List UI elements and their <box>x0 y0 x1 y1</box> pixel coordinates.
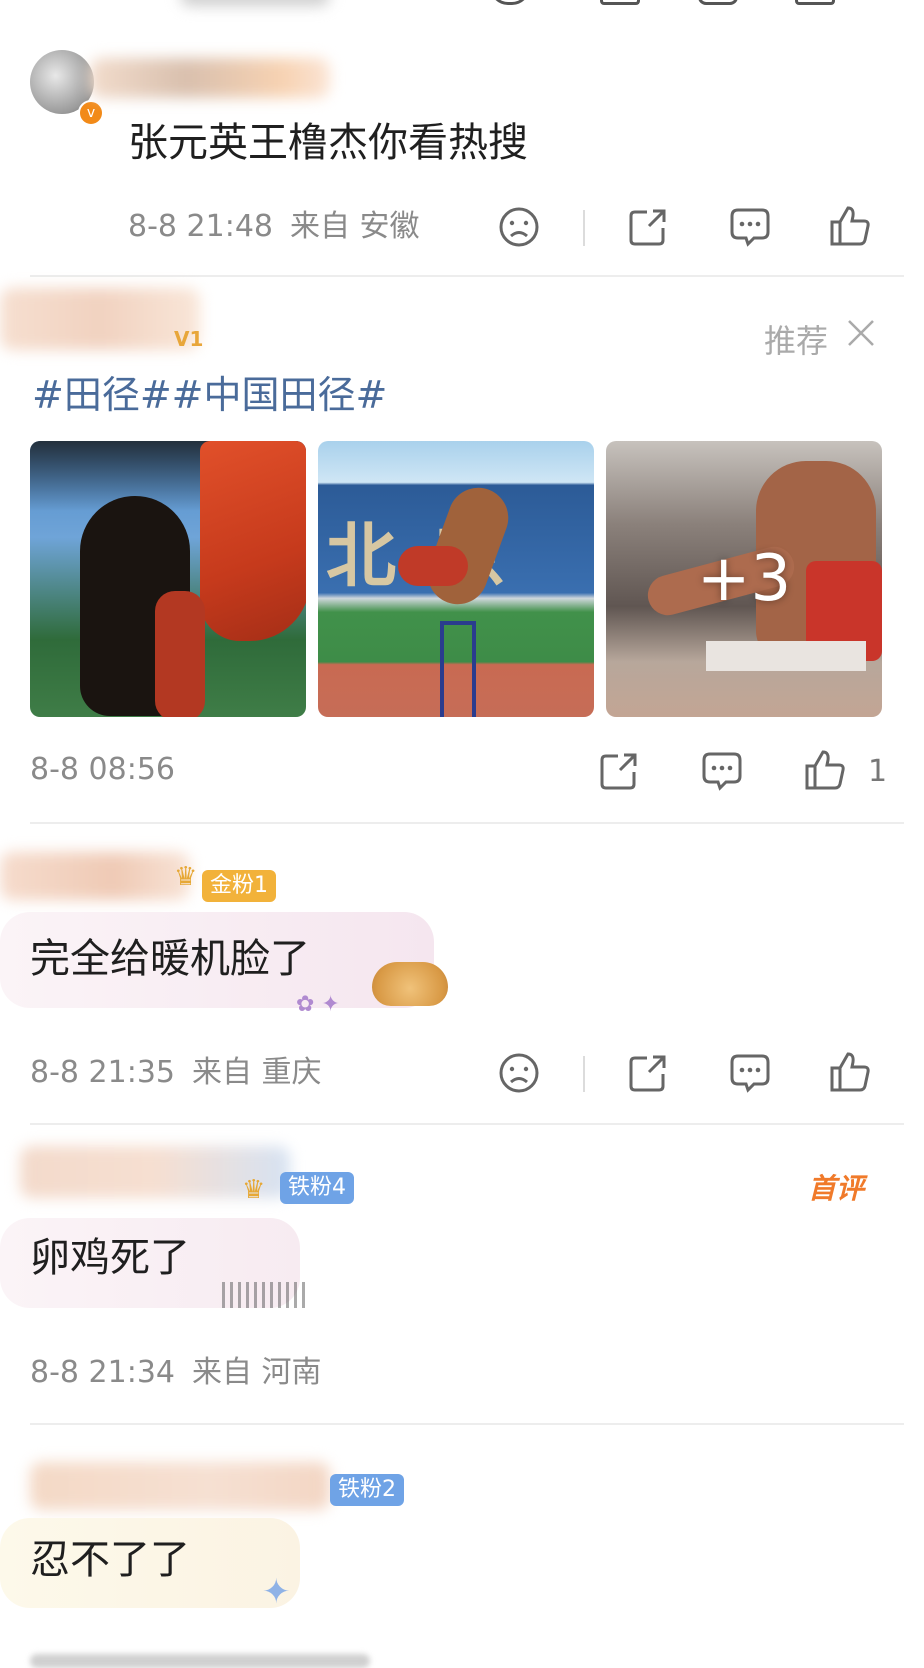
crown-icon: ♛ <box>174 862 198 892</box>
share-icon[interactable] <box>627 1052 669 1094</box>
verified-badge-icon: v <box>78 100 104 126</box>
more-photos-count: +3 <box>696 542 792 616</box>
comment-text: 忍不了了 <box>30 1537 190 1583</box>
divider <box>30 1123 904 1125</box>
fan-badge: 铁粉2 <box>330 1474 404 1506</box>
comment-text: 张元英王橹杰你看热搜 <box>128 120 528 166</box>
post-time: 8-8 21:35 <box>30 1055 175 1090</box>
cookie-sticker-icon <box>372 962 448 1006</box>
like-icon[interactable] <box>828 1050 872 1094</box>
partial-footer-row <box>30 1654 890 1668</box>
fan-badge: 铁粉4 <box>280 1172 354 1204</box>
blurred-username <box>0 852 190 900</box>
share-icon[interactable] <box>598 750 640 792</box>
divider <box>30 1423 904 1425</box>
vip-level-icon: V1 <box>174 327 204 351</box>
comment-post-1: v 张元英王橹杰你看热搜 8-8 21:48 来自 安徽 <box>0 30 924 280</box>
city-skyline-sticker-icon <box>222 1282 310 1308</box>
comment-text: 卵鸡死了 <box>30 1235 190 1281</box>
post-time: 8-8 21:34 <box>30 1355 175 1390</box>
dislike-icon[interactable] <box>498 1052 540 1094</box>
action-separator <box>583 1056 585 1092</box>
comment-icon[interactable] <box>700 750 744 792</box>
post-time: 8-8 21:48 <box>128 209 273 244</box>
blurred-username <box>90 58 330 98</box>
post-location: 来自 河南 <box>192 1355 322 1390</box>
blurred-username <box>30 1462 330 1510</box>
hashtags[interactable]: #田径##中国田径# <box>32 376 387 414</box>
comment-icon[interactable] <box>728 206 772 248</box>
share-icon[interactable] <box>627 206 669 248</box>
crown-icon: ♛ <box>242 1175 266 1205</box>
comment-text: 完全给暖机脸了 <box>30 936 310 982</box>
photo-thumbnail-3[interactable]: +3 <box>606 441 882 717</box>
post-time: 8-8 08:56 <box>30 752 175 787</box>
like-icon[interactable] <box>803 748 847 792</box>
paw-sticker-icon: ✿ ✦ <box>296 992 340 1017</box>
post-location: 来自 重庆 <box>192 1055 322 1090</box>
dislike-icon[interactable] <box>498 206 540 248</box>
divider <box>30 822 904 824</box>
divider <box>30 275 904 277</box>
like-icon[interactable] <box>828 204 872 248</box>
blurred-header-text <box>180 0 330 6</box>
butterfly-sticker-icon: ✦ <box>262 1572 291 1612</box>
photo-thumbnail-2[interactable]: 北京 <box>318 441 594 717</box>
close-icon[interactable] <box>846 318 876 348</box>
action-separator <box>583 210 585 246</box>
first-comment-label: 首评 <box>808 1172 865 1205</box>
top-action-bar-partial <box>490 0 840 6</box>
comment-icon[interactable] <box>728 1052 772 1094</box>
like-count: 1 <box>868 754 888 789</box>
blurred-username <box>0 288 200 350</box>
fan-badge: 金粉1 <box>202 870 276 902</box>
recommend-label: 推荐 <box>764 322 829 360</box>
photo-thumbnail-1[interactable] <box>30 441 306 717</box>
post-location: 来自 安徽 <box>290 209 420 244</box>
